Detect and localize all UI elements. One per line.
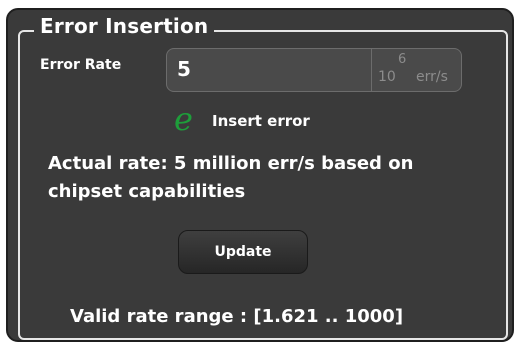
unit-suffix: err/s: [416, 69, 448, 85]
update-button[interactable]: Update: [178, 230, 308, 274]
error-rate-label: Error Rate: [40, 57, 122, 73]
group-title: Error Insertion: [34, 14, 215, 38]
insert-error-icon[interactable]: e: [174, 100, 193, 138]
valid-rate-range-text: Valid rate range : [1.621 .. 1000]: [70, 306, 404, 327]
error-rate-input[interactable]: 5 10 6 err/s: [166, 48, 462, 92]
unit-exponent: 6: [398, 52, 407, 67]
error-rate-unit: 10 6 err/s: [371, 49, 462, 91]
error-insertion-panel: Error Insertion Error Rate 5 10 6 err/s …: [6, 8, 514, 342]
error-rate-value: 5: [177, 57, 191, 81]
unit-base: 10: [378, 69, 396, 85]
actual-rate-text: Actual rate: 5 million err/s based on ch…: [48, 153, 414, 202]
insert-error-label[interactable]: Insert error: [212, 112, 310, 130]
